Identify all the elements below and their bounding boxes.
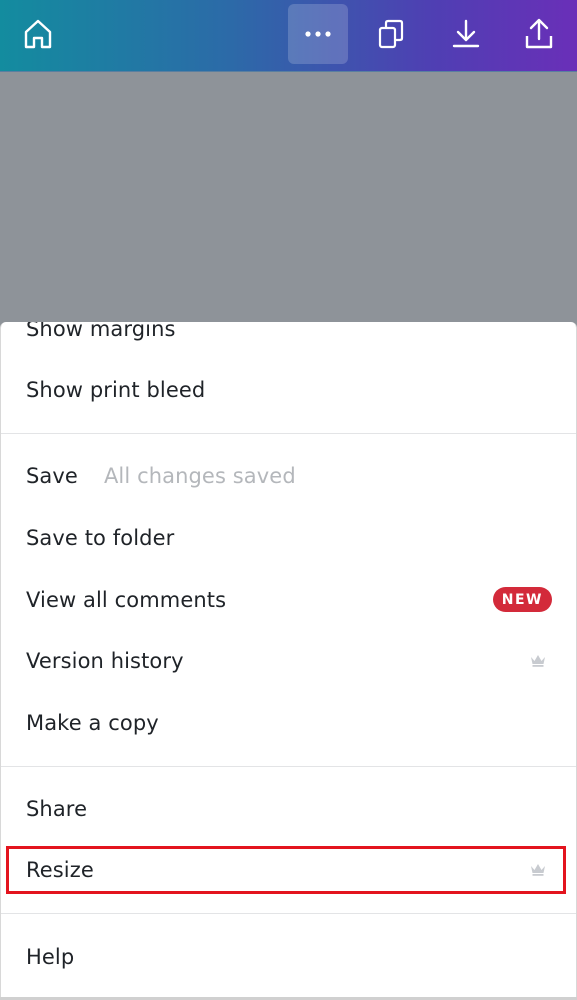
editor-toolbar — [0, 0, 577, 72]
menu-item-label: Share — [26, 797, 88, 821]
divider — [1, 433, 576, 434]
upload-share-icon — [525, 18, 553, 49]
menu-item-label: Make a copy — [26, 711, 159, 735]
menu-item-label: Resize — [26, 858, 94, 882]
menu-item-label: Save to folder — [26, 526, 175, 550]
menu-item-show-print-bleed[interactable]: Show print bleed — [1, 359, 576, 421]
menu-item-version-history[interactable]: Version history — [1, 630, 576, 692]
home-icon — [24, 19, 52, 49]
menu-item-label: Save — [26, 464, 78, 488]
pages-copy-icon — [378, 19, 404, 49]
menu-item-share[interactable]: Share — [1, 778, 576, 840]
menu-item-label: Show print bleed — [26, 378, 206, 402]
menu-item-help[interactable]: Help — [1, 926, 576, 988]
menu-item-resize[interactable]: Resize — [1, 839, 576, 901]
divider — [1, 766, 576, 767]
home-button[interactable] — [8, 4, 68, 64]
share-button[interactable] — [509, 4, 569, 64]
download-icon — [452, 19, 480, 48]
menu-item-show-margins[interactable]: Show margins — [1, 322, 576, 360]
more-options-sheet: Show margins Show print bleed Save All c… — [0, 322, 577, 1000]
menu-item-label: Help — [26, 945, 75, 969]
more-horizontal-icon — [305, 31, 331, 37]
menu-item-label: Show margins — [26, 322, 176, 341]
crown-icon — [531, 864, 545, 876]
menu-item-label: View all comments — [26, 588, 227, 612]
divider — [1, 913, 576, 914]
menu-item-view-all-comments[interactable]: View all comments NEW — [1, 569, 576, 631]
more-options-button[interactable] — [288, 4, 348, 64]
pages-button[interactable] — [362, 4, 422, 64]
menu-item-save-to-folder[interactable]: Save to folder — [1, 507, 576, 569]
menu-item-make-a-copy[interactable]: Make a copy — [1, 692, 576, 754]
download-button[interactable] — [436, 4, 496, 64]
design-canvas-overlay[interactable] — [0, 72, 577, 332]
menu-item-save[interactable]: Save All changes saved — [1, 445, 576, 507]
new-badge: NEW — [492, 587, 552, 612]
save-status-text: All changes saved — [103, 464, 296, 488]
menu-item-label: Version history — [26, 649, 184, 673]
crown-icon — [531, 655, 545, 667]
